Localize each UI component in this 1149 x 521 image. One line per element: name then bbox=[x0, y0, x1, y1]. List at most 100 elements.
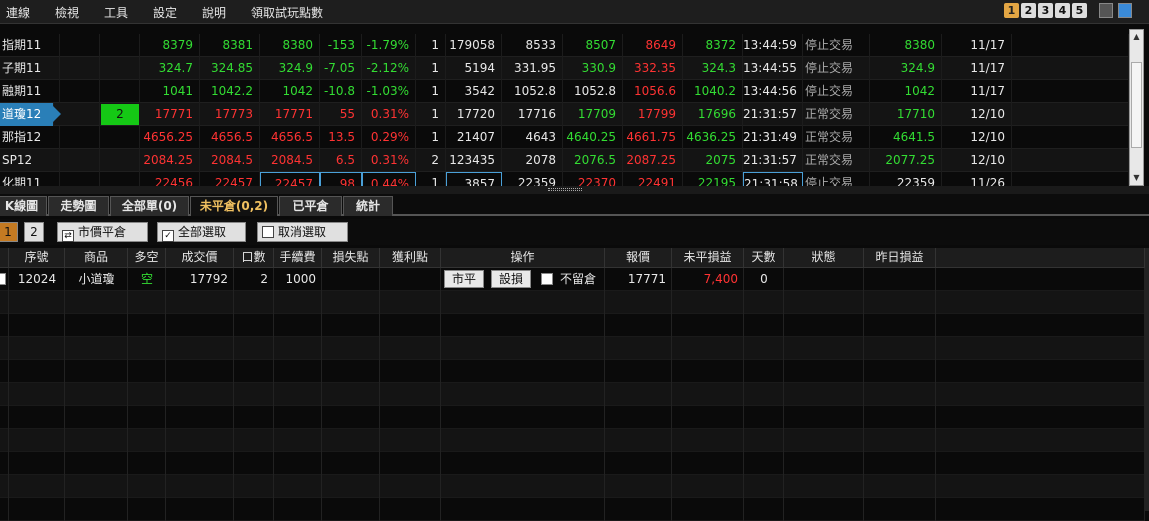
quote-cell-c1: 22456 bbox=[140, 172, 200, 186]
column-header-seq[interactable]: 序號 bbox=[9, 248, 65, 268]
deselect-button[interactable]: 取消選取 bbox=[257, 222, 348, 242]
grid-cell bbox=[9, 314, 65, 337]
page-button-1[interactable]: 1 bbox=[1004, 3, 1019, 18]
scroll-thumb[interactable] bbox=[1131, 62, 1142, 148]
tab-all-orders[interactable]: 全部單(0) bbox=[110, 196, 189, 216]
account-button-2[interactable]: 2 bbox=[24, 222, 44, 242]
grid-cell bbox=[672, 314, 744, 337]
page-button-5[interactable]: 5 bbox=[1072, 3, 1087, 18]
quote-row[interactable]: 融期11 1041 1042.2 1042 -10.8 -1.03% 1 3542 1052.8… bbox=[0, 80, 1129, 103]
position-count-badge[interactable]: 2 bbox=[101, 104, 139, 125]
menu-settings[interactable]: 設定 bbox=[153, 4, 177, 21]
column-header-action[interactable]: 操作 bbox=[441, 248, 605, 268]
grid-cell bbox=[672, 383, 744, 406]
scroll-up-icon[interactable]: ▲ bbox=[1130, 30, 1143, 43]
column-header-price[interactable]: 成交價 bbox=[166, 248, 234, 268]
empty-row bbox=[0, 406, 1145, 429]
column-header-status[interactable]: 狀態 bbox=[784, 248, 864, 268]
quote-scrollbar[interactable]: ▲ ▼ bbox=[1129, 29, 1144, 186]
grid-cell bbox=[128, 429, 166, 452]
position-take-profit[interactable] bbox=[380, 268, 441, 291]
grid-cell bbox=[605, 360, 672, 383]
set-stop-loss-button[interactable]: 設損 bbox=[491, 270, 531, 288]
quote-row[interactable]: 道瓊12 2 17771 17773 17771 55 0.31% 1 17720 17716 17… bbox=[0, 103, 1129, 126]
grid-scrollbar[interactable] bbox=[1145, 248, 1149, 511]
market-close-row-button[interactable]: 市平 bbox=[444, 270, 484, 288]
column-header-fee[interactable]: 手續費 bbox=[274, 248, 322, 268]
quote-cell-badge bbox=[100, 57, 140, 80]
row-select-checkbox[interactable] bbox=[0, 273, 6, 285]
grid-cell bbox=[128, 475, 166, 498]
grid-cell bbox=[166, 291, 234, 314]
grid-cell bbox=[128, 406, 166, 429]
no-overnight-checkbox[interactable] bbox=[541, 273, 553, 285]
grid-cell bbox=[166, 314, 234, 337]
select-all-button[interactable]: ✓ 全部選取 bbox=[157, 222, 246, 242]
column-header-days[interactable]: 天數 bbox=[744, 248, 784, 268]
column-header-quote[interactable]: 報價 bbox=[605, 248, 672, 268]
quote-cell-c3: 1042 bbox=[260, 80, 320, 103]
grid-cell bbox=[672, 475, 744, 498]
quote-cell-blank1 bbox=[60, 149, 100, 172]
tab-statistics[interactable]: 統計 bbox=[343, 196, 393, 216]
menu-connect[interactable]: 連線 bbox=[6, 4, 30, 21]
column-header-stop-loss[interactable]: 損失點 bbox=[322, 248, 380, 268]
quote-cell-blank1 bbox=[60, 57, 100, 80]
quote-row[interactable]: 那指12 4656.25 4656.5 4656.5 13.5 0.29% 1 21407 46… bbox=[0, 126, 1129, 149]
tab-closed-positions[interactable]: 已平倉 bbox=[279, 196, 342, 216]
grid-cell bbox=[0, 314, 9, 337]
grid-cell bbox=[380, 383, 441, 406]
position-stop-loss[interactable] bbox=[322, 268, 380, 291]
account-button-1[interactable]: 1 bbox=[0, 222, 18, 242]
quote-cell-time: 21:31:57 bbox=[743, 103, 803, 126]
column-header-yesterday-pnl[interactable]: 昨日損益 bbox=[864, 248, 936, 268]
quote-cell-c2: 1042.2 bbox=[200, 80, 260, 103]
page-button-2[interactable]: 2 bbox=[1021, 3, 1036, 18]
grid-cell bbox=[864, 337, 936, 360]
column-header-take-profit[interactable]: 獲利點 bbox=[380, 248, 441, 268]
panel-splitter[interactable] bbox=[0, 186, 1149, 194]
grid-cell bbox=[9, 429, 65, 452]
quote-cell-open: 330.9 bbox=[563, 57, 623, 80]
column-header-unrealized-pnl[interactable]: 未平損益 bbox=[672, 248, 744, 268]
grid-cell bbox=[65, 452, 128, 475]
grid-cell bbox=[936, 314, 1145, 337]
scroll-down-icon[interactable]: ▼ bbox=[1130, 171, 1143, 184]
quote-row[interactable]: 化期11 22456 22457 22457 98 0.44% 1 3857 22359 2237… bbox=[0, 172, 1129, 186]
menu-help[interactable]: 說明 bbox=[202, 4, 226, 21]
grid-cell bbox=[274, 498, 322, 521]
tab-open-positions[interactable]: 未平倉(0,2) bbox=[190, 196, 278, 216]
grid-cell bbox=[380, 291, 441, 314]
quote-cell-c1: 4656.25 bbox=[140, 126, 200, 149]
page-button-4[interactable]: 4 bbox=[1055, 3, 1070, 18]
window-restore-icon[interactable] bbox=[1099, 3, 1113, 18]
page-button-3[interactable]: 3 bbox=[1038, 3, 1053, 18]
column-header-product[interactable]: 商品 bbox=[65, 248, 128, 268]
quote-cell-settle: 4641.5 bbox=[870, 126, 942, 149]
market-close-button[interactable]: ⇄ 市價平倉 bbox=[57, 222, 148, 242]
tab-trend[interactable]: 走勢圖 bbox=[48, 196, 109, 216]
window-maximize-icon[interactable] bbox=[1118, 3, 1132, 18]
splitter-grip-icon[interactable] bbox=[548, 188, 582, 191]
grid-cell bbox=[784, 475, 864, 498]
tab-kline[interactable]: K線圖 bbox=[0, 196, 47, 216]
quote-row[interactable]: 指期11 8379 8381 8380 -153 -1.79% 1 179058 8533 850… bbox=[0, 34, 1129, 57]
position-row[interactable]: 12024 小道瓊 空 17792 2 1000 市平 設損 不留倉 17771 7,400 0 bbox=[0, 268, 1145, 291]
quote-cell-badge bbox=[100, 149, 140, 172]
menu-trial-points[interactable]: 領取試玩點數 bbox=[251, 4, 323, 21]
grid-cell bbox=[936, 337, 1145, 360]
column-header-lots[interactable]: 口數 bbox=[234, 248, 274, 268]
grid-cell bbox=[322, 383, 380, 406]
grid-cell bbox=[65, 383, 128, 406]
grid-cell bbox=[274, 337, 322, 360]
grid-cell bbox=[274, 291, 322, 314]
quote-cell-c2: 17773 bbox=[200, 103, 260, 126]
menu-view[interactable]: 檢視 bbox=[55, 4, 79, 21]
grid-cell bbox=[65, 360, 128, 383]
quote-row[interactable]: 子期11 324.7 324.85 324.9 -7.05 -2.12% 1 5194 331.… bbox=[0, 57, 1129, 80]
grid-cell bbox=[322, 406, 380, 429]
menu-tools[interactable]: 工具 bbox=[104, 4, 128, 21]
column-header-side[interactable]: 多空 bbox=[128, 248, 166, 268]
quote-cell-ref: 331.95 bbox=[502, 57, 563, 80]
quote-row[interactable]: SP12 2084.25 2084.5 2084.5 6.5 0.31% 2 123435 20… bbox=[0, 149, 1129, 172]
